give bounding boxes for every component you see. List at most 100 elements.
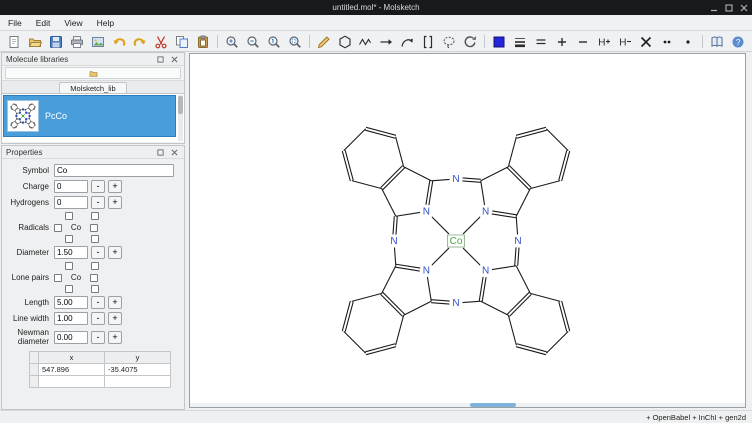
symbol-input[interactable] xyxy=(54,164,174,177)
bracket-tool-button[interactable] xyxy=(418,33,438,51)
line-width-input[interactable] xyxy=(54,312,88,325)
document-print-button[interactable] xyxy=(67,33,87,51)
canvas-horizontal-scrollbar[interactable] xyxy=(190,403,745,407)
menu-edit[interactable]: Edit xyxy=(36,18,51,28)
library-book-button[interactable] xyxy=(707,33,727,51)
newman-decrement-button[interactable]: - xyxy=(91,331,105,344)
cut-button[interactable] xyxy=(151,33,171,51)
charge-minus-button[interactable] xyxy=(573,33,593,51)
radical-checkbox-top-right[interactable] xyxy=(91,212,99,220)
charge-input[interactable] xyxy=(54,180,88,193)
copy-button[interactable] xyxy=(172,33,192,51)
diameter-label: Diameter xyxy=(2,248,54,257)
document-new-button[interactable] xyxy=(4,33,24,51)
length-increment-button[interactable]: + xyxy=(108,296,122,309)
tab-molsketch-lib[interactable]: Molsketch_lib xyxy=(59,82,126,93)
length-decrement-button[interactable]: - xyxy=(91,296,105,309)
help-about-button[interactable]: ? xyxy=(728,33,748,51)
zoom-out-icon xyxy=(246,35,260,49)
library-float-button[interactable] xyxy=(155,54,166,65)
zoom-original-button[interactable] xyxy=(264,33,284,51)
chain-tool-button[interactable] xyxy=(356,33,376,51)
lasso-tool-button[interactable] xyxy=(439,33,459,51)
radical-checkbox-right[interactable] xyxy=(90,224,98,232)
zoom-in-button[interactable] xyxy=(222,33,242,51)
mechanism-arrow-tool-button[interactable] xyxy=(397,33,417,51)
coord-y-value[interactable]: -35.4075 xyxy=(105,364,171,376)
menu-help[interactable]: Help xyxy=(97,18,114,28)
reaction-arrow-tool-button[interactable] xyxy=(376,33,396,51)
newman-increment-button[interactable]: + xyxy=(108,331,122,344)
diameter-input[interactable] xyxy=(54,246,88,259)
close-icon xyxy=(171,149,178,156)
hydrogens-decrement-button[interactable]: - xyxy=(91,196,105,209)
properties-float-button[interactable] xyxy=(155,147,166,158)
copy-icon xyxy=(175,35,189,49)
diameter-increment-button[interactable]: + xyxy=(108,246,122,259)
lone-pair-checkbox-left[interactable] xyxy=(54,274,62,282)
hydrogen-add-button[interactable]: H xyxy=(594,33,614,51)
image-export-button[interactable] xyxy=(88,33,108,51)
properties-close-button[interactable] xyxy=(169,147,180,158)
radical-checkbox-bottom-right[interactable] xyxy=(91,235,99,243)
zoom-out-button[interactable] xyxy=(243,33,263,51)
maximize-icon[interactable] xyxy=(725,4,733,12)
molecule-drawing[interactable]: CoNNNNNNNN xyxy=(190,54,745,406)
lone-pair-checkbox-bottom-left[interactable] xyxy=(65,285,73,293)
draw-tool-button[interactable] xyxy=(314,33,334,51)
drawing-canvas[interactable]: CoNNNNNNNN xyxy=(189,53,746,408)
close-icon[interactable] xyxy=(740,4,748,12)
float-icon xyxy=(157,56,164,63)
line-width-increment-button[interactable]: + xyxy=(108,312,122,325)
line-width-row: Line width - + xyxy=(2,312,179,325)
ring-tool-button[interactable] xyxy=(335,33,355,51)
lone-pair-checkbox-bottom-right[interactable] xyxy=(91,285,99,293)
charge-plus-button[interactable] xyxy=(552,33,572,51)
lone-pairs-label: Lone pairs xyxy=(2,273,54,282)
zoom-original-icon xyxy=(267,35,281,49)
color-swatch-button[interactable] xyxy=(489,33,509,51)
minimize-icon[interactable] xyxy=(710,4,718,12)
bond-order-button[interactable] xyxy=(531,33,551,51)
radical-tool-button[interactable] xyxy=(678,33,698,51)
diameter-decrement-button[interactable]: - xyxy=(91,246,105,259)
undo-button[interactable] xyxy=(109,33,129,51)
library-item-pcco[interactable]: PcCo xyxy=(3,95,176,137)
library-path-button[interactable] xyxy=(5,67,181,79)
lone-pair-checkbox-right[interactable] xyxy=(90,274,98,282)
delete-tool-button[interactable] xyxy=(636,33,656,51)
hydrogen-remove-button[interactable]: H xyxy=(615,33,635,51)
lone-pair-checkbox-top-right[interactable] xyxy=(91,262,99,270)
menu-view[interactable]: View xyxy=(64,18,82,28)
paste-button[interactable] xyxy=(193,33,213,51)
lone-pair-checkbox-top-left[interactable] xyxy=(65,262,73,270)
document-open-button[interactable] xyxy=(25,33,45,51)
redo-button[interactable] xyxy=(130,33,150,51)
length-input[interactable] xyxy=(54,296,88,309)
menu-file[interactable]: File xyxy=(8,18,22,28)
rotate-tool-button[interactable] xyxy=(460,33,480,51)
hydrogens-increment-button[interactable]: + xyxy=(108,196,122,209)
radical-checkbox-left[interactable] xyxy=(54,224,62,232)
charge-increment-button[interactable]: + xyxy=(108,180,122,193)
coordinates-table: x y 547.896 -35.4075 xyxy=(29,351,171,388)
charge-decrement-button[interactable]: - xyxy=(91,180,105,193)
document-save-button[interactable] xyxy=(46,33,66,51)
newman-diameter-input[interactable] xyxy=(54,331,88,344)
line-width-decrement-button[interactable]: - xyxy=(91,312,105,325)
coord-x-value[interactable]: 547.896 xyxy=(39,364,105,376)
chain-tool-icon xyxy=(358,35,372,49)
library-scrollbar[interactable] xyxy=(178,95,183,141)
newman-diameter-label: Newman diameter xyxy=(2,328,54,346)
zoom-fit-button[interactable] xyxy=(285,33,305,51)
molecule-thumbnail xyxy=(7,100,39,132)
lone-pair-tool-button[interactable] xyxy=(657,33,677,51)
zoom-fit-icon xyxy=(288,35,302,49)
line-width-button[interactable] xyxy=(510,33,530,51)
hydrogen-add-icon: H xyxy=(597,35,611,49)
radical-checkbox-top-left[interactable] xyxy=(65,212,73,220)
library-close-button[interactable] xyxy=(169,54,180,65)
hydrogens-input[interactable] xyxy=(54,196,88,209)
coord-header-x: x xyxy=(39,352,105,364)
radical-checkbox-bottom-left[interactable] xyxy=(65,235,73,243)
